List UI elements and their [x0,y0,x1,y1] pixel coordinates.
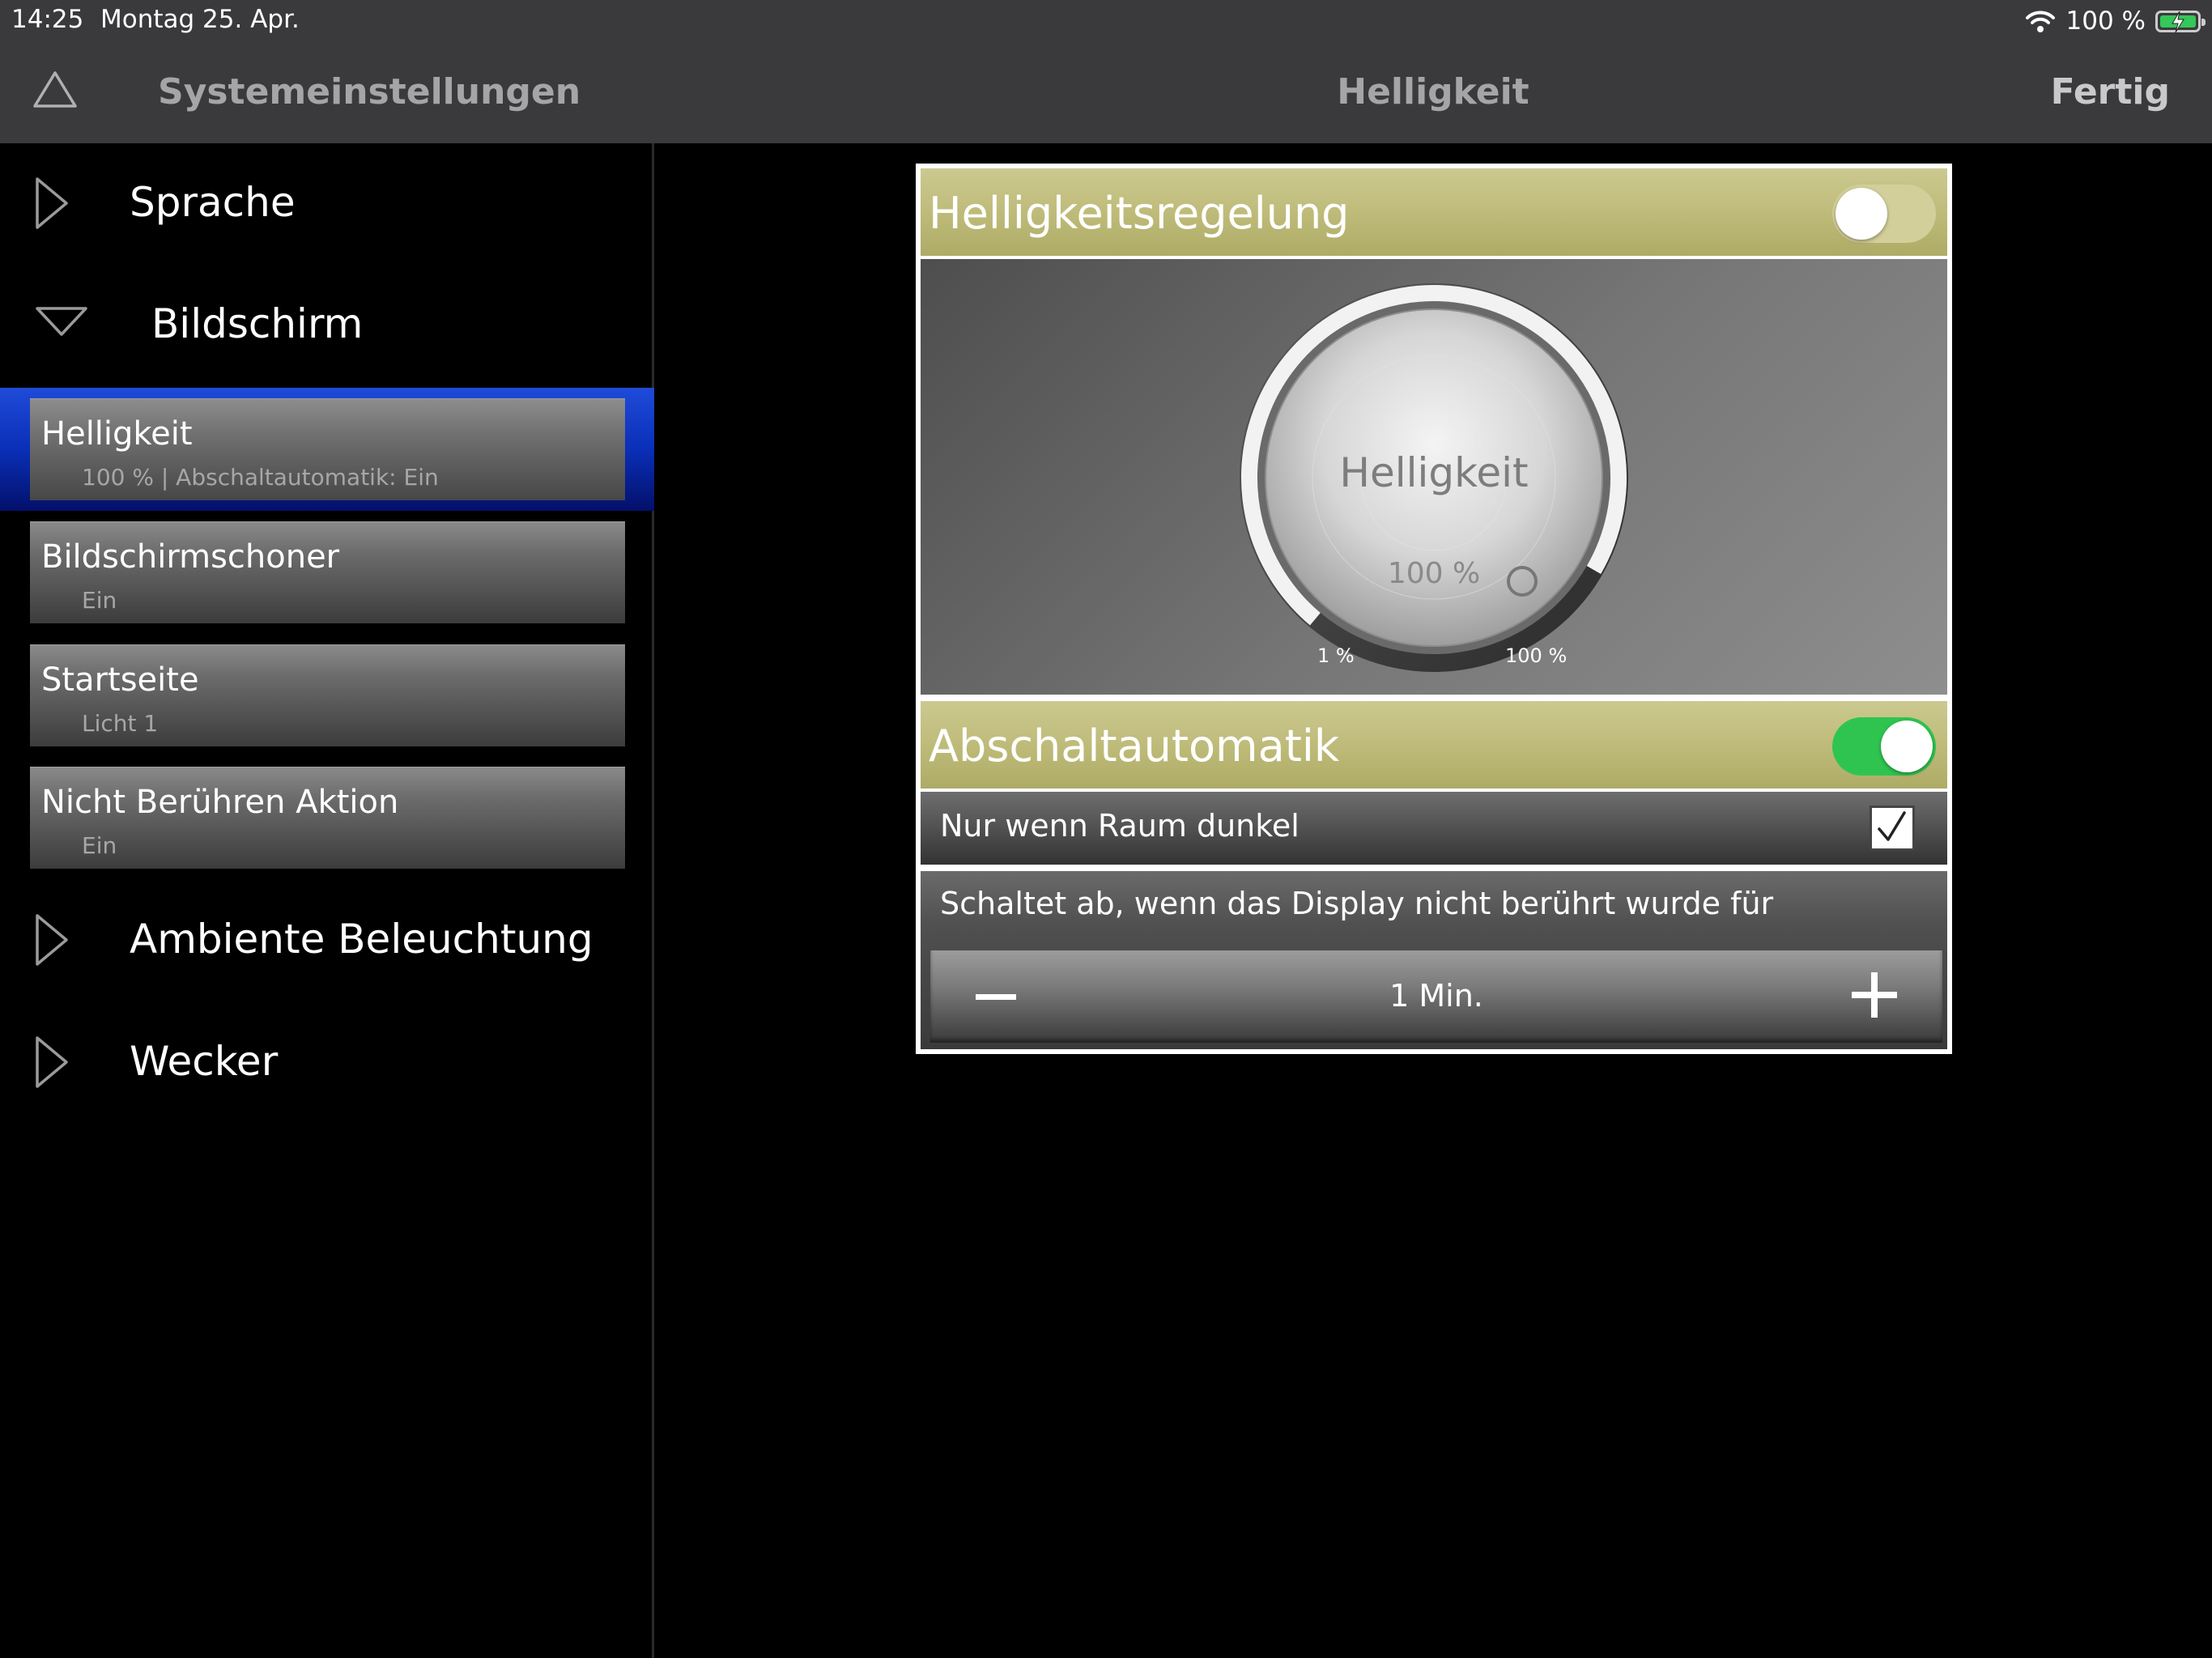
brightness-control-toggle[interactable] [1832,185,1936,243]
sidebar-section-ambiente-beleuchtung[interactable]: Ambiente Beleuchtung [0,880,652,993]
status-right: 100 % [2024,5,2206,37]
sidebar-section-bildschirm[interactable]: Bildschirm [0,265,652,378]
sidebar-item-startseite[interactable]: Startseite Licht 1 [30,644,625,746]
brightness-panel: Helligkeitsregelung Helligkeit 100 % 1 %… [916,164,1952,1054]
sidebar-item-subtitle: Ein [82,832,117,859]
auto-off-header: Abschaltautomatik [921,701,1947,789]
wifi-icon [2025,11,2055,32]
dial-max-label: 100 % [1505,644,1568,667]
only-when-dark-checkbox[interactable] [1870,806,1915,851]
status-time: 14:25 [11,5,84,34]
plus-icon[interactable] [1852,972,1897,1018]
sidebar-section-sprache[interactable]: Sprache [0,143,652,257]
triangle-up-icon[interactable] [32,70,78,110]
sidebar-section-label: Bildschirm [151,300,364,347]
chevron-down-icon [36,307,87,336]
timeout-label: Schaltet ab, wenn das Display nicht berü… [940,886,1774,921]
sidebar-item-title: Helligkeit [41,415,193,453]
sidebar-item-title: Startseite [41,661,199,699]
sidebar-section-label: Wecker [130,1038,279,1085]
sidebar-section-label: Sprache [130,179,296,226]
battery-percent: 100 % [2065,6,2146,36]
only-when-dark-row[interactable]: Nur wenn Raum dunkel [921,792,1947,865]
sidebar-item-helligkeit[interactable]: Helligkeit 100 % | Abschaltautomatik: Ei… [30,398,625,500]
sidebar-item-subtitle: Ein [82,587,117,614]
back-title[interactable]: Systemeinstellungen [158,71,581,113]
dial-value: 100 % [1387,557,1481,590]
sidebar-item-subtitle: Licht 1 [82,710,159,737]
done-button[interactable]: Fertig [2051,71,2170,113]
sidebar-section-label: Ambiente Beleuchtung [130,916,593,963]
brightness-control-label: Helligkeitsregelung [929,188,1350,239]
sidebar-section-wecker[interactable]: Wecker [0,1002,652,1116]
sidebar-item-bildschirmschoner[interactable]: Bildschirmschoner Ein [30,521,625,623]
toggle-knob [1836,188,1887,240]
sidebar-item-subtitle: 100 % | Abschaltautomatik: Ein [82,464,439,491]
toggle-knob [1881,721,1933,772]
auto-off-toggle[interactable] [1832,717,1936,776]
auto-off-label: Abschaltautomatik [929,721,1340,772]
checkmark-icon [1878,811,1906,841]
navigation-bar: Systemeinstellungen Helligkeit Fertig [0,40,2212,143]
chevron-right-icon [36,177,68,229]
sidebar-item-nicht-beruehren-aktion[interactable]: Nicht Berühren Aktion Ein [30,767,625,869]
chevron-right-icon [36,914,68,966]
dial-min-label: 1 % [1317,644,1355,667]
timeout-value: 1 Min. [1389,978,1483,1014]
sidebar-item-title: Bildschirmschoner [41,538,340,576]
chevron-right-icon [36,1036,68,1088]
battery-charging-icon [2155,10,2206,32]
sidebar: Sprache Bildschirm Helligkeit 100 % | Ab… [0,143,654,1658]
brightness-dial-area: Helligkeit 100 % 1 % 100 % [921,259,1947,695]
status-bar: 14:25 Montag 25. Apr. 100 % [0,0,2212,40]
status-date: Montag 25. Apr. [100,5,300,34]
only-when-dark-label: Nur wenn Raum dunkel [940,808,1300,844]
timeout-stepper: 1 Min. [930,950,1942,1043]
dial-label: Helligkeit [1339,449,1529,496]
timeout-row: Schaltet ab, wenn das Display nicht berü… [921,871,1947,1049]
sidebar-item-title: Nicht Berühren Aktion [41,784,399,821]
brightness-control-header: Helligkeitsregelung [921,168,1947,256]
